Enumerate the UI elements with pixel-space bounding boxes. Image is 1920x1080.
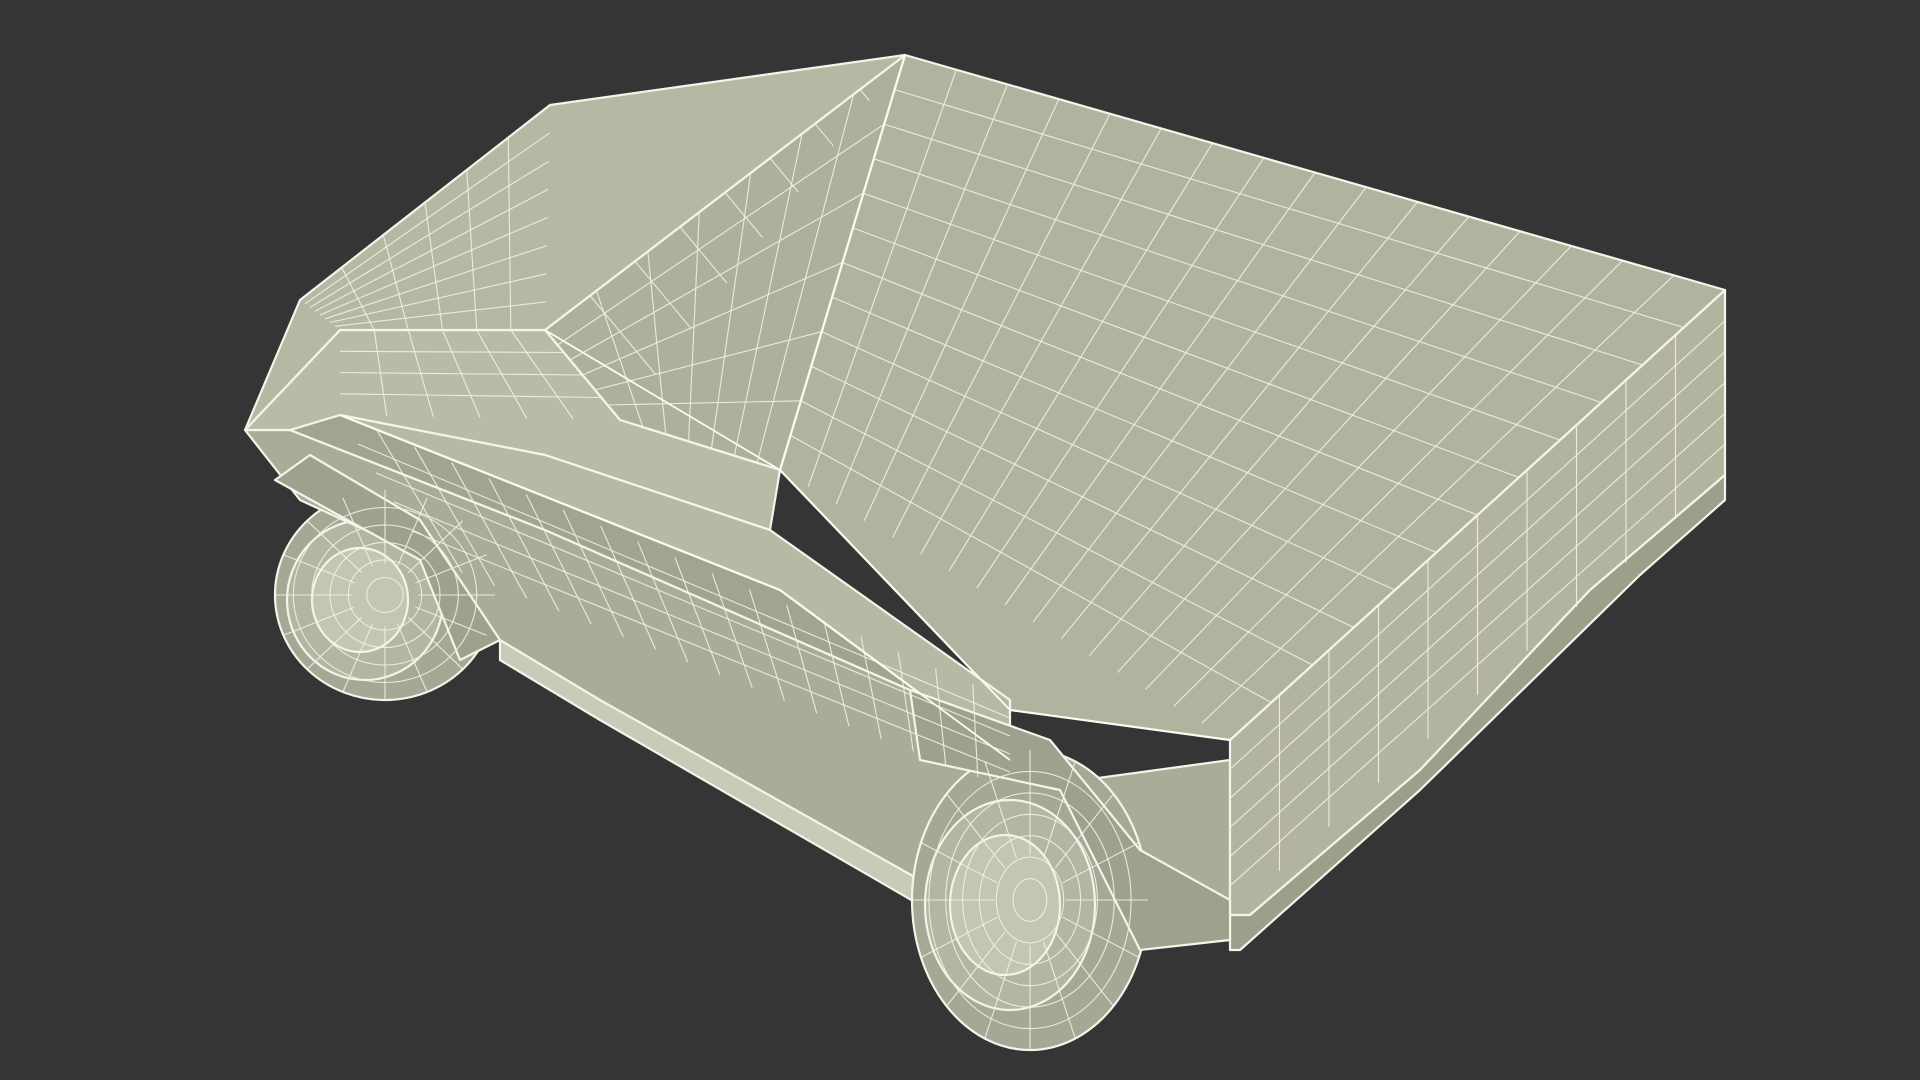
wireframe-model <box>243 53 1727 1052</box>
front-hub <box>948 833 1062 977</box>
3d-viewport[interactable] <box>0 0 1920 1080</box>
